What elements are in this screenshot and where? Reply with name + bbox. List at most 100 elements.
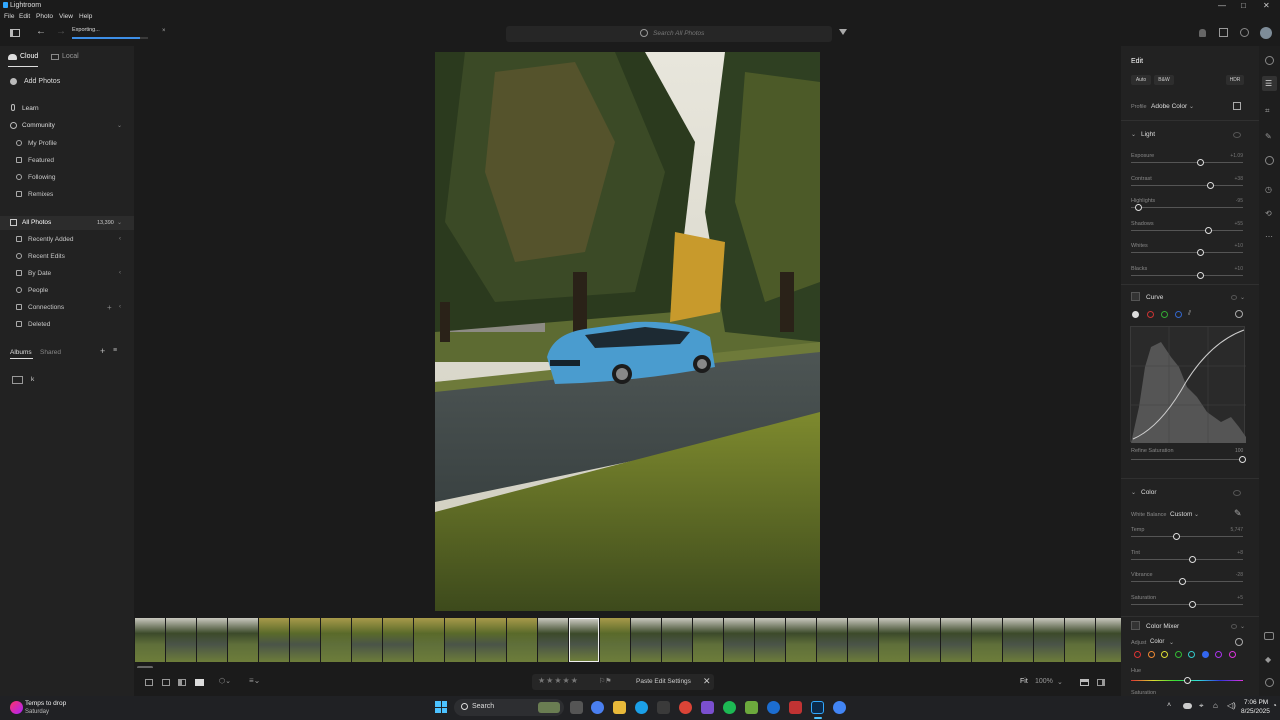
sort-icon[interactable]: ≡⌄ [249, 676, 260, 685]
filmstrip-thumbnail[interactable] [1003, 618, 1033, 662]
color-slider-value[interactable]: 5,747 [1230, 527, 1243, 533]
detail-view-icon[interactable] [195, 679, 204, 686]
light-slider-value[interactable]: +1.09 [1230, 153, 1243, 159]
flag-icon[interactable]: ⚐⚑ [599, 677, 612, 685]
copilot-icon[interactable] [591, 701, 604, 714]
light-section-title[interactable]: Light [1141, 131, 1155, 138]
location-icon[interactable]: ⌖ [1199, 701, 1204, 711]
curve-blue-channel-icon[interactable] [1175, 311, 1182, 318]
curve-section-title[interactable]: Curve [1146, 294, 1163, 301]
help-icon[interactable] [1240, 28, 1249, 37]
filter-icon[interactable] [839, 29, 847, 35]
menu-photo[interactable]: Photo [36, 13, 53, 20]
all-photos-row[interactable] [0, 216, 134, 230]
light-slider-knob[interactable] [1204, 226, 1212, 234]
onedrive-icon[interactable] [1183, 703, 1192, 709]
hue-knob[interactable] [1184, 677, 1191, 684]
curve-visibility-icon[interactable] [1231, 295, 1237, 300]
star-rating-icon[interactable]: ★★★★★ [538, 676, 579, 685]
recently-added-chevron-icon[interactable]: ‹ [119, 236, 121, 242]
filmstrip-thumbnail[interactable] [600, 618, 630, 662]
mixer-color-swatch[interactable] [1147, 651, 1155, 658]
community-item-remixes[interactable]: Remixes [28, 191, 53, 198]
color-mixer-title[interactable]: Color Mixer [1146, 623, 1179, 630]
light-slider-track[interactable] [1131, 184, 1243, 186]
color-slider-knob[interactable] [1173, 533, 1181, 540]
color-section-title[interactable]: Color [1141, 489, 1157, 496]
lightroom-taskbar-icon[interactable] [811, 701, 824, 714]
clock-time[interactable]: 7:06 PM [1244, 699, 1268, 706]
community-item-profile[interactable]: My Profile [28, 140, 57, 147]
mixer-color-swatch[interactable] [1201, 651, 1209, 658]
share-icon[interactable] [1219, 28, 1228, 37]
light-slider-track[interactable] [1131, 252, 1243, 253]
nav-learn[interactable]: Learn [22, 105, 39, 112]
color-slider-track[interactable] [1131, 558, 1243, 560]
eyedropper-icon[interactable]: ✎ [1234, 508, 1242, 519]
filmstrip-thumbnail[interactable] [786, 618, 816, 662]
notifications-icon[interactable]: ◔ [1272, 701, 1277, 710]
mixer-color-swatch[interactable] [1174, 651, 1182, 658]
maximize-button[interactable]: □ [1241, 1, 1246, 10]
back-arrow-icon[interactable]: ← [36, 26, 46, 37]
light-slider-track[interactable] [1131, 274, 1243, 276]
crop-icon[interactable]: ⌗ [1265, 106, 1270, 116]
zoom-fit-button[interactable]: Fit [1020, 678, 1028, 685]
light-chevron-icon[interactable]: ⌄ [1131, 131, 1136, 138]
filmstrip-thumbnail[interactable] [321, 618, 351, 662]
teams-icon[interactable] [701, 701, 714, 714]
store-icon[interactable] [657, 701, 670, 714]
search-input[interactable]: Search All Photos [653, 30, 704, 37]
mixer-color-swatch[interactable] [1228, 651, 1236, 658]
weather-icon[interactable] [10, 701, 23, 714]
minecraft-icon[interactable] [745, 701, 758, 714]
add-connection-icon[interactable]: + [107, 303, 112, 312]
masking-icon[interactable] [1265, 156, 1274, 165]
mixer-target-icon[interactable] [1235, 638, 1243, 646]
curve-point-icon[interactable] [1132, 311, 1139, 318]
community-item-following[interactable]: Following [28, 174, 55, 181]
color-slider-knob[interactable] [1179, 578, 1187, 585]
filmstrip-thumbnail[interactable] [817, 618, 847, 662]
color-slider-knob[interactable] [1189, 600, 1197, 608]
library-recently-added[interactable]: Recently Added [28, 236, 74, 243]
filmstrip-thumbnail[interactable] [569, 618, 599, 662]
nav-community[interactable]: Community [22, 122, 55, 129]
connections-chevron-icon[interactable]: ‹ [119, 304, 121, 310]
color-chevron-icon[interactable]: ⌄ [1131, 489, 1136, 496]
auto-button[interactable]: Auto [1131, 75, 1151, 85]
menu-view[interactable]: View [59, 13, 73, 20]
filmstrip-thumbnail[interactable] [910, 618, 940, 662]
color-slider-value[interactable]: +5 [1237, 595, 1243, 601]
windows-start-icon[interactable] [435, 701, 447, 713]
chrome-profile-icon[interactable] [833, 701, 846, 714]
before-after-icon[interactable] [1097, 679, 1105, 686]
minimize-button[interactable]: — [1218, 1, 1226, 10]
filmstrip-thumbnail[interactable] [879, 618, 909, 662]
filmstrip-thumbnail[interactable] [848, 618, 878, 662]
filmstrip-thumbnail[interactable] [166, 618, 196, 662]
app-icon[interactable] [767, 701, 780, 714]
square-grid-icon[interactable] [162, 679, 170, 686]
tab-albums[interactable]: Albums [10, 349, 32, 356]
export-cancel-icon[interactable]: × [162, 28, 166, 34]
tab-local[interactable]: Local [62, 53, 79, 60]
mixer-visibility-icon[interactable] [1231, 624, 1237, 629]
filmstrip-thumbnail[interactable] [538, 618, 568, 662]
mixer-color-swatch[interactable] [1215, 651, 1222, 658]
light-slider-track[interactable] [1131, 207, 1243, 208]
color-slider-value[interactable]: -28 [1236, 572, 1243, 578]
media-app-icon[interactable] [789, 701, 802, 714]
spotify-icon[interactable] [723, 701, 736, 714]
community-item-featured[interactable]: Featured [28, 157, 54, 164]
zoom-chevron-icon[interactable]: ⌄ [1057, 678, 1063, 686]
filmstrip-thumbnail[interactable] [631, 618, 661, 662]
by-date-chevron-icon[interactable]: ‹ [119, 270, 121, 276]
tray-chevron-icon[interactable]: ˄ [1167, 702, 1171, 709]
sort-albums-icon[interactable]: ≡ [113, 347, 117, 354]
color-slider-track[interactable] [1131, 603, 1243, 605]
filmstrip-thumbnail[interactable] [662, 618, 692, 662]
filmstrip-thumbnail[interactable] [414, 618, 444, 662]
filmstrip-thumbnail[interactable] [290, 618, 320, 662]
taskbar-search-label[interactable]: Search [472, 703, 494, 710]
